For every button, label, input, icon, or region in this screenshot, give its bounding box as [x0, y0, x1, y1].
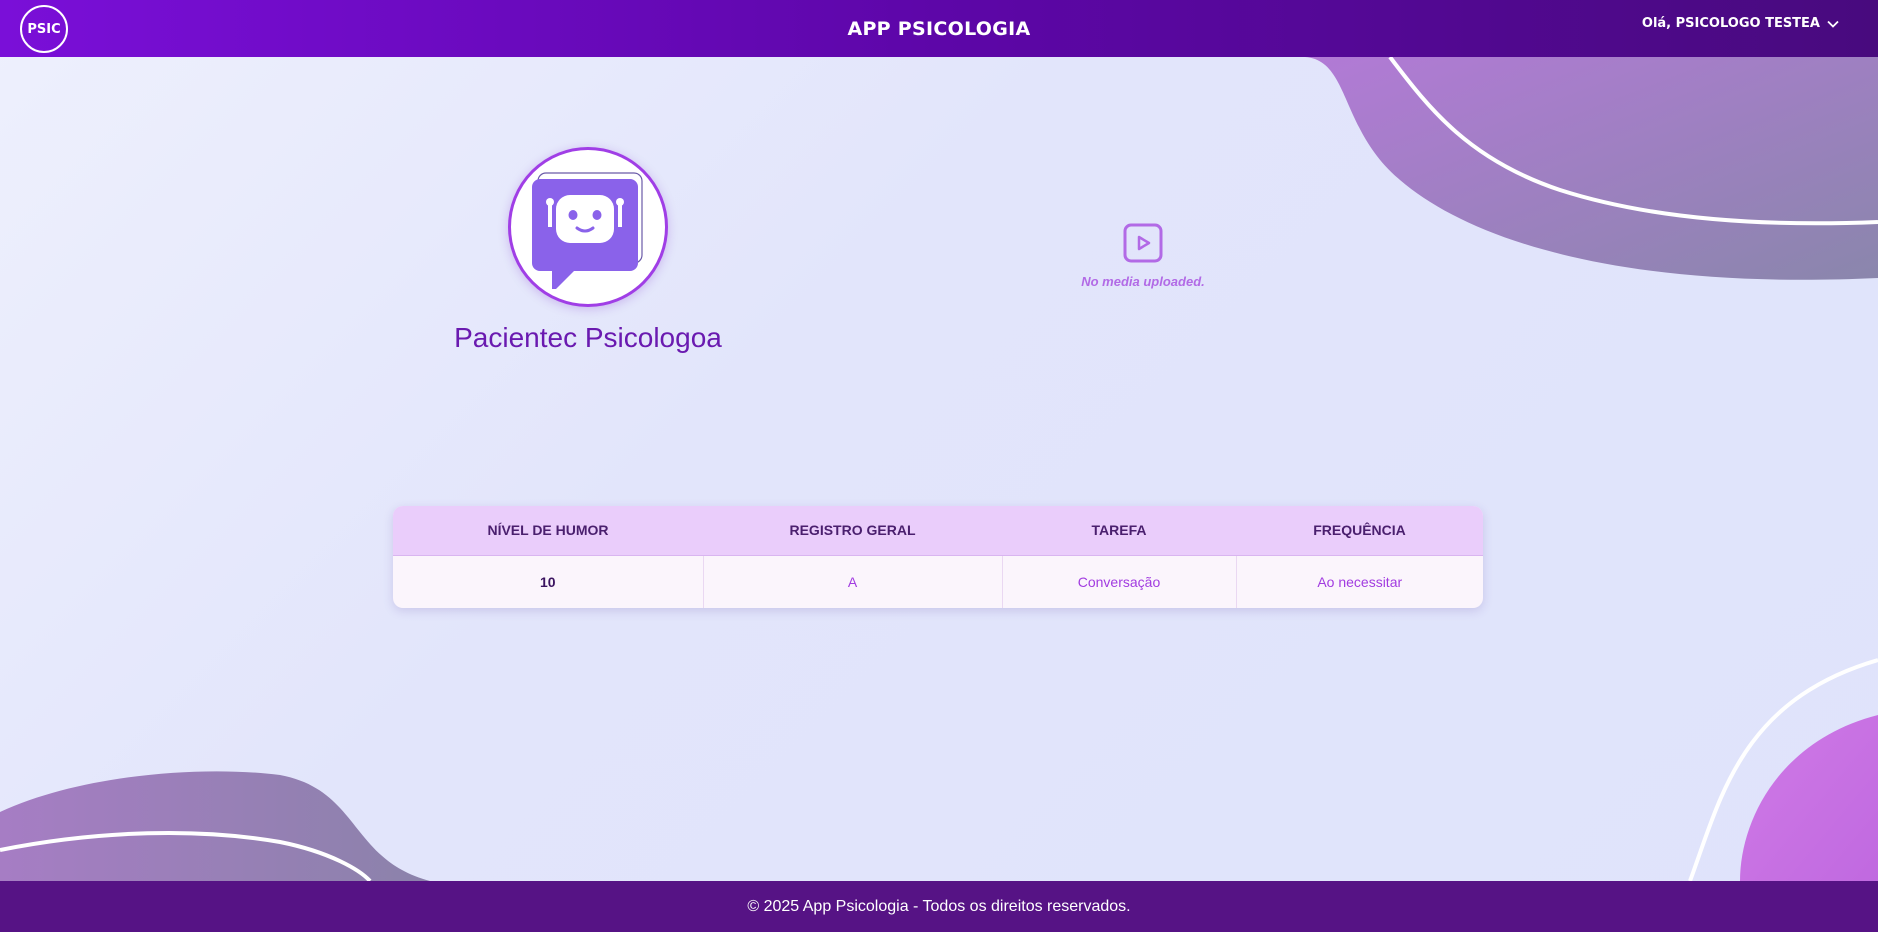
cell-tarefa: Conversação [1002, 555, 1237, 608]
app-logo[interactable]: PSIC [20, 5, 68, 53]
column-header-registro: REGISTRO GERAL [703, 506, 1002, 556]
play-icon [1123, 223, 1163, 263]
table-row: 10 A Conversação Ao necessitar [393, 555, 1483, 608]
cell-humor: 10 [393, 555, 704, 608]
column-header-tarefa: TAREFA [1002, 506, 1236, 556]
robot-chat-icon [532, 172, 643, 289]
app-title: APP PSICOLOGIA [847, 17, 1031, 40]
patient-records-table: NÍVEL DE HUMOR REGISTRO GERAL TAREFA FRE… [393, 506, 1483, 608]
chevron-down-icon [1827, 20, 1839, 28]
top-navbar: PSIC APP PSICOLOGIA Olá, PSICOLOGO TESTE… [0, 0, 1878, 57]
column-header-frequencia: FREQUÊNCIA [1236, 506, 1483, 556]
patient-name: Pacientec Psicologoa [454, 322, 722, 353]
no-media-text: No media uploaded. [1081, 274, 1205, 289]
patient-avatar [508, 147, 668, 307]
user-menu-dropdown[interactable]: Olá, PSICOLOGO TESTEA [1642, 16, 1840, 31]
media-placeholder: No media uploaded. [1040, 222, 1246, 289]
cell-frequencia: Ao necessitar [1317, 573, 1403, 590]
table-header-row: NÍVEL DE HUMOR REGISTRO GERAL TAREFA FRE… [393, 506, 1483, 556]
copyright-text: © 2025 App Psicologia - Todos os direito… [747, 897, 1131, 915]
cell-registro: A [703, 555, 1003, 608]
background-decoration [0, 55, 1878, 883]
page-footer: © 2025 App Psicologia - Todos os direito… [0, 881, 1878, 932]
user-greeting: Olá, PSICOLOGO TESTEA [1641, 16, 1820, 31]
column-header-humor: NÍVEL DE HUMOR [393, 506, 703, 556]
